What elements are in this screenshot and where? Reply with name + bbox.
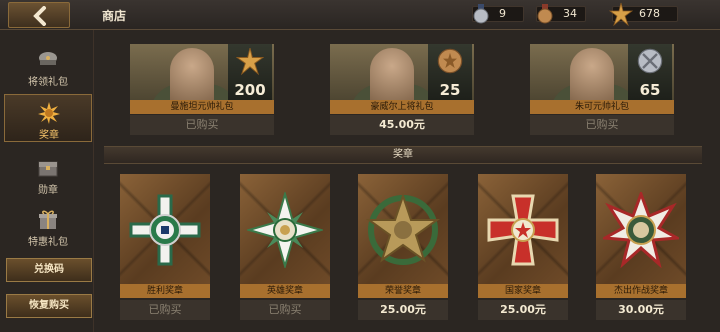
silver-medal-icon (637, 48, 663, 74)
medal-sun-icon (38, 102, 60, 124)
general-portrait: 65 (530, 44, 674, 100)
medal-name: 国家奖章 (478, 284, 568, 298)
distinguished-cross-icon (603, 192, 679, 268)
general-pack-price: 已购买 (130, 115, 274, 135)
hero-star-cross-icon (247, 192, 323, 268)
general-portrait: 200 (130, 44, 274, 100)
medal-image (240, 174, 330, 284)
medal-card[interactable]: 英雄奖章 已购买 (240, 174, 330, 322)
currency-bronze-value: 34 (563, 7, 577, 20)
bronze-medal-icon (437, 48, 463, 74)
medal-price[interactable]: 25.00元 (478, 300, 568, 320)
sidebar-item-label: 奖章 (39, 130, 59, 141)
medal-card[interactable]: 荣誉奖章 25.00元 (358, 174, 448, 322)
general-badge-number: 200 (234, 81, 266, 99)
back-button[interactable] (8, 2, 70, 28)
sidebar-item-label: 将领礼包 (28, 77, 68, 88)
general-pack-name: 豪威尔上将礼包 (330, 100, 474, 114)
general-badge: 200 (228, 44, 272, 100)
currency-star: 678 (609, 2, 678, 26)
medal-card[interactable]: 杰出作战奖章 30.00元 (596, 174, 686, 322)
currency-star-value: 678 (639, 7, 660, 20)
general-badge: 65 (628, 44, 672, 100)
sidebar-item-decorations[interactable]: 勋章 (4, 150, 92, 198)
medal-name: 胜利奖章 (120, 284, 210, 298)
gift-icon (39, 210, 57, 229)
medal-image (358, 174, 448, 284)
currency-bronze: 34 (536, 4, 586, 24)
medal-image (478, 174, 568, 284)
national-red-cross-icon (487, 194, 559, 266)
redeem-code-button[interactable]: 兑换码 (6, 258, 92, 282)
sidebar-item-label: 特惠礼包 (28, 237, 68, 248)
sidebar: 将领礼包 奖章 勋章 特惠礼包 兑换码 恢复购买 (0, 30, 94, 332)
shop-content: 200 曼施坦元帅礼包 已购买 25 豪威尔上将礼包 45.00元 65 朱可元… (100, 30, 720, 332)
medal-price[interactable]: 30.00元 (596, 300, 686, 320)
medal-name: 杰出作战奖章 (596, 284, 686, 298)
silver-medal-icon (473, 4, 489, 24)
page-title: 商店 (102, 9, 127, 23)
general-badge: 25 (428, 44, 472, 100)
general-pack-price: 已购买 (530, 115, 674, 135)
medal-price: 已购买 (240, 300, 330, 320)
general-pack-name: 曼施坦元帅礼包 (130, 100, 274, 114)
general-cap-icon (39, 52, 57, 65)
star-medal-icon (609, 2, 633, 26)
honor-star-icon (365, 192, 441, 265)
section-header-medals: 奖章 (104, 146, 702, 164)
general-portrait: 25 (330, 44, 474, 100)
sidebar-item-general-pack[interactable]: 将领礼包 (4, 42, 92, 90)
victory-cross-icon (129, 194, 201, 266)
chest-icon (38, 161, 58, 177)
general-badge-number: 65 (639, 81, 661, 99)
currency-silver-value: 9 (499, 7, 506, 20)
medal-card[interactable]: 国家奖章 25.00元 (478, 174, 568, 322)
medal-name: 荣誉奖章 (358, 284, 448, 298)
medal-name: 英雄奖章 (240, 284, 330, 298)
medal-image (596, 174, 686, 284)
medal-price: 已购买 (120, 300, 210, 320)
chevron-left-icon (33, 6, 46, 26)
medal-image (120, 174, 210, 284)
currency-silver: 9 (472, 4, 524, 24)
general-pack-price[interactable]: 45.00元 (330, 115, 474, 135)
star-medal-icon (236, 48, 264, 75)
sidebar-item-label: 勋章 (38, 185, 58, 196)
medal-price[interactable]: 25.00元 (358, 300, 448, 320)
sidebar-item-medals[interactable]: 奖章 (4, 94, 92, 142)
top-bar: 商店 9 34 678 (0, 0, 720, 30)
general-badge-number: 25 (439, 81, 461, 99)
bronze-medal-icon (537, 4, 553, 24)
general-pack-name: 朱可元帅礼包 (530, 100, 674, 114)
restore-purchase-button[interactable]: 恢复购买 (6, 294, 92, 318)
sidebar-item-special-pack[interactable]: 特惠礼包 (4, 202, 92, 250)
medal-card[interactable]: 胜利奖章 已购买 (120, 174, 210, 322)
